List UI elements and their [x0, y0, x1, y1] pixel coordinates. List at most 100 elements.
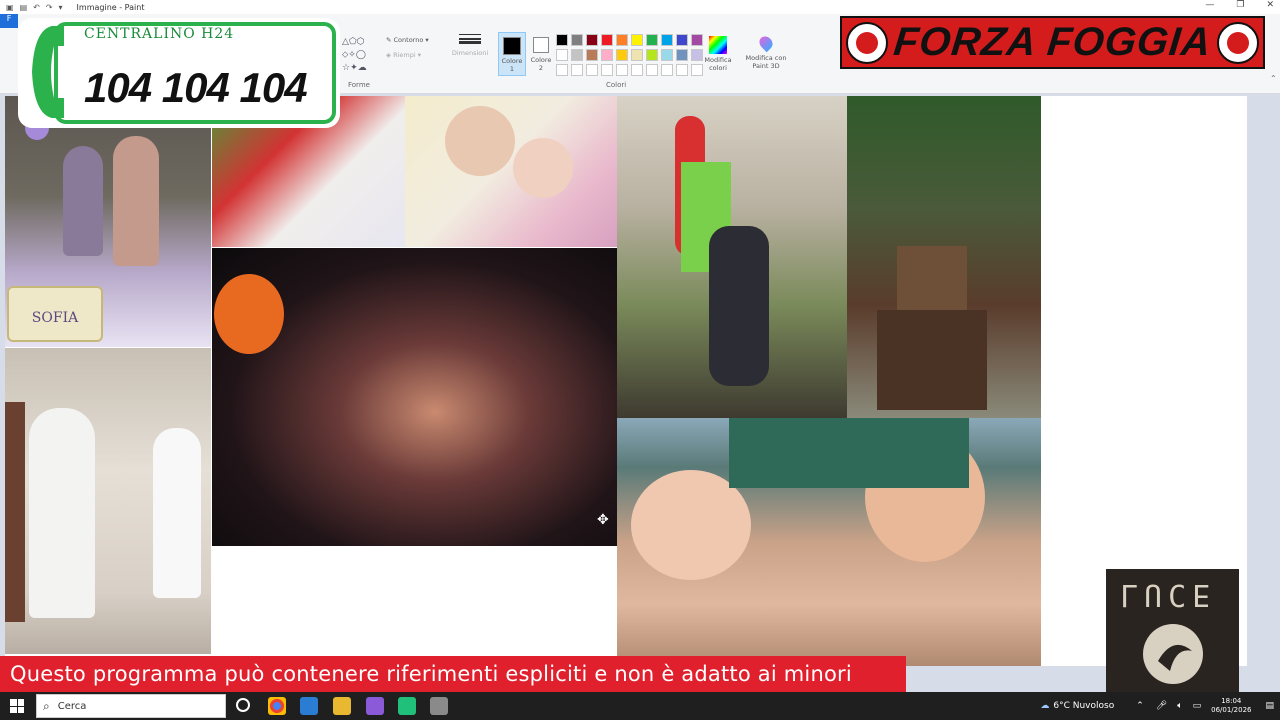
palette-swatch-custom[interactable]: [661, 64, 673, 76]
photo-communion: [5, 348, 211, 654]
palette-swatch[interactable]: [616, 34, 628, 46]
tray-chevron-icon[interactable]: ⌃: [1136, 701, 1144, 711]
palette-swatch[interactable]: [601, 34, 613, 46]
photo-crate: [877, 310, 987, 410]
color1-label: Colore 1: [501, 57, 523, 73]
network-icon[interactable]: ▭: [1193, 701, 1202, 711]
notifications-icon[interactable]: ▤: [1265, 701, 1274, 711]
edit-colors-button[interactable]: Modifica colori: [700, 36, 736, 72]
photo-minnie-ears: [847, 96, 1041, 418]
palette-swatch-custom[interactable]: [631, 64, 643, 76]
color2-button[interactable]: Colore 2: [529, 32, 553, 76]
photo-crate: [897, 246, 967, 310]
palette-swatch[interactable]: [661, 34, 673, 46]
crest-center: [1227, 32, 1249, 54]
paint-taskbar-icon[interactable]: [430, 697, 448, 715]
search-placeholder: Cerca: [57, 700, 87, 712]
ribbon-collapse-icon[interactable]: ⌃: [1270, 74, 1277, 83]
phone-number: 104 104 104: [84, 64, 308, 111]
outline-label: Contorno: [393, 36, 424, 44]
size-button[interactable]: Dimensioni: [450, 34, 490, 57]
palette-swatch[interactable]: [676, 34, 688, 46]
palette-swatch-custom[interactable]: [676, 64, 688, 76]
clock[interactable]: 18:04 06/01/2026: [1211, 697, 1251, 715]
microphone-icon[interactable]: 🎤︎: [1156, 701, 1167, 711]
palette-swatch-custom[interactable]: [616, 64, 628, 76]
palette-swatch[interactable]: [676, 49, 688, 61]
size-lines-icon-2: [459, 41, 481, 47]
palette-swatch[interactable]: [586, 49, 598, 61]
minimize-button[interactable]: —: [1205, 0, 1214, 10]
photo-halloween-kiss: [212, 248, 617, 546]
paint-app-icon: ▣: [6, 2, 14, 12]
app-icon[interactable]: [366, 697, 384, 715]
edit-colors-icon: [709, 36, 727, 54]
palette-swatch[interactable]: [556, 34, 568, 46]
palette-swatch[interactable]: [571, 34, 583, 46]
photo-cabinet: [5, 402, 25, 622]
phone-overlay: CENTRALINO H24 104 104 104: [18, 18, 340, 128]
palette-swatch[interactable]: [661, 49, 673, 61]
color2-label: Colore 2: [530, 56, 552, 72]
fill-dropdown[interactable]: ◈ Riempi ▾: [386, 51, 421, 59]
maximize-button[interactable]: ❐: [1236, 0, 1244, 10]
palette-swatch-custom[interactable]: [556, 64, 568, 76]
photo-person: [709, 226, 769, 386]
photo-playground: [617, 96, 847, 418]
task-view-icon[interactable]: [236, 698, 250, 712]
color2-swatch: [533, 37, 549, 53]
cake-label: SOFIA: [7, 286, 103, 342]
paint-canvas[interactable]: SOFIA ✥: [5, 96, 1247, 666]
palette-swatch[interactable]: [601, 49, 613, 61]
phone-caption: CENTRALINO H24: [84, 26, 235, 42]
move-cursor-icon: ✥: [597, 512, 609, 528]
palette-swatch[interactable]: [616, 49, 628, 61]
palette-swatch-custom[interactable]: [601, 64, 613, 76]
paint3d-button[interactable]: Modifica con Paint 3D: [740, 33, 792, 70]
palette-swatch[interactable]: [586, 34, 598, 46]
windows-start-icon[interactable]: [10, 699, 24, 713]
size-label: Dimensioni: [451, 49, 489, 57]
banner-text: FORZA FOGGIA: [891, 20, 1214, 64]
volume-icon[interactable]: 🔈︎: [1177, 701, 1182, 711]
quick-access-dropdown-icon[interactable]: ▾: [59, 3, 63, 12]
palette-swatch-custom[interactable]: [571, 64, 583, 76]
chrome-icon[interactable]: [268, 697, 286, 715]
title-bar: ▣ ▤ ↶ ↷ ▾ Immagine - Paint — ❐ ✕: [0, 0, 1280, 14]
weather-text[interactable]: 6°C Nuvoloso: [1053, 701, 1114, 711]
photo-person: [153, 428, 201, 598]
app-icon[interactable]: [398, 697, 416, 715]
palette-swatch-custom[interactable]: [646, 64, 658, 76]
file-explorer-icon[interactable]: [333, 697, 351, 715]
outline-dropdown[interactable]: ✎ Contorno ▾: [386, 36, 429, 44]
color1-swatch: [503, 37, 521, 55]
redo-icon[interactable]: ↷: [46, 3, 53, 12]
close-button[interactable]: ✕: [1266, 0, 1274, 10]
warning-banner: Questo programma può contenere riferimen…: [0, 656, 906, 692]
palette-swatch[interactable]: [631, 49, 643, 61]
size-lines-icon: [459, 34, 481, 40]
photo-party-sisters: SOFIA: [5, 96, 211, 347]
undo-icon[interactable]: ↶: [33, 3, 40, 12]
photo-person: [113, 136, 159, 266]
palette-swatch[interactable]: [646, 49, 658, 61]
taskbar: ⌕ Cerca ☁ 6°C Nuvoloso ⌃ 🎤︎ 🔈︎ ▭ 18:04 0…: [0, 692, 1280, 720]
palette-swatch-custom[interactable]: [586, 64, 598, 76]
paint3d-label: Modifica con Paint 3D: [745, 54, 787, 70]
photo-person: [29, 408, 95, 618]
palette-swatch[interactable]: [646, 34, 658, 46]
palette-swatch[interactable]: [556, 49, 568, 61]
clock-date: 06/01/2026: [1211, 706, 1252, 714]
shapes-gallery[interactable]: △⬠⬡ ⬦✧◯ ☆✦☁: [342, 36, 367, 75]
save-icon[interactable]: ▤: [20, 3, 28, 12]
palette-swatch[interactable]: [571, 49, 583, 61]
clock-time: 18:04: [1221, 697, 1242, 705]
search-icon: ⌕: [43, 698, 50, 713]
color1-button[interactable]: Colore 1: [498, 32, 526, 76]
outlook-icon[interactable]: [300, 697, 318, 715]
shapes-group-label: Forme: [348, 81, 370, 89]
palette-swatch[interactable]: [631, 34, 643, 46]
file-menu-button[interactable]: F: [0, 14, 18, 28]
taskbar-search[interactable]: ⌕ Cerca: [36, 694, 226, 718]
paint3d-icon: [756, 33, 776, 53]
